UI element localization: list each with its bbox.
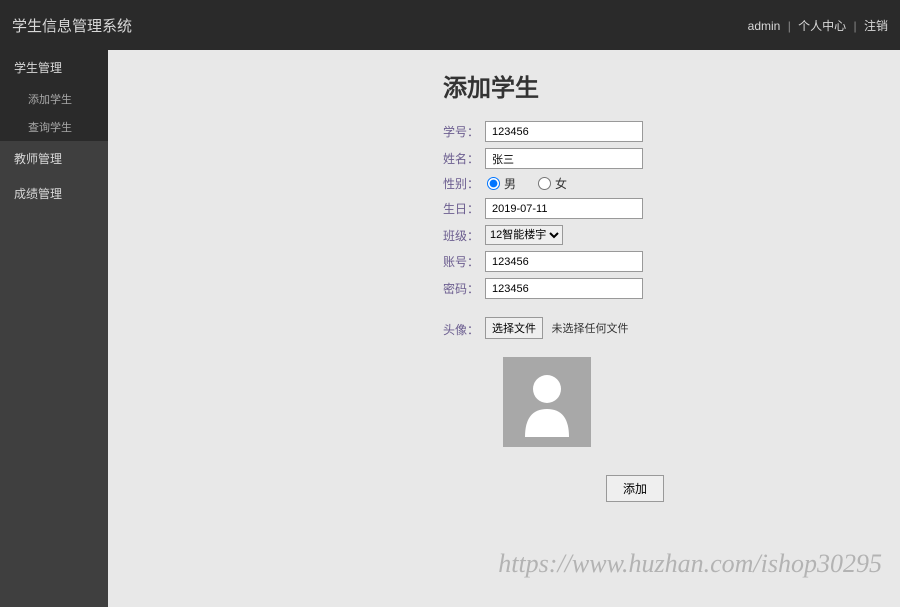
label-male: 男 [504, 175, 516, 192]
choose-file-button[interactable]: 选择文件 [485, 317, 543, 339]
sidebar: 学生管理 添加学生 查询学生 教师管理 成绩管理 [0, 50, 108, 607]
label-avatar: 头像： [443, 317, 485, 338]
header: 学生信息管理系统 admin | 个人中心 | 注销 [0, 0, 900, 50]
row-account: 账号： [443, 251, 900, 272]
separator: | [854, 19, 857, 33]
input-student-id[interactable] [485, 121, 643, 142]
radio-group-gender: 男 女 [485, 175, 583, 192]
file-status: 未选择任何文件 [551, 323, 628, 335]
label-birthday: 生日： [443, 200, 485, 217]
row-gender: 性别： 男 女 [443, 175, 900, 192]
input-birthday[interactable] [485, 198, 643, 219]
header-user-area: admin | 个人中心 | 注销 [748, 17, 888, 34]
row-student-id: 学号： [443, 121, 900, 142]
submit-button[interactable]: 添加 [606, 475, 664, 502]
container: 学生管理 添加学生 查询学生 教师管理 成绩管理 添加学生 学号： 姓名： 性别… [0, 50, 900, 607]
main-content: 添加学生 学号： 姓名： 性别： 男 女 生日： 班级： 12智能楼宇1 [108, 50, 900, 607]
row-avatar: 头像： 选择文件 未选择任何文件 [443, 317, 900, 339]
radio-female[interactable] [538, 177, 551, 190]
label-account: 账号： [443, 253, 485, 270]
label-name: 姓名： [443, 150, 485, 167]
label-gender: 性别： [443, 175, 485, 192]
input-account[interactable] [485, 251, 643, 272]
logout-link[interactable]: 注销 [864, 19, 888, 33]
row-name: 姓名： [443, 148, 900, 169]
page-title: 添加学生 [443, 68, 900, 103]
app-title: 学生信息管理系统 [12, 15, 132, 36]
avatar-preview [503, 357, 591, 447]
avatar-placeholder-icon [517, 367, 577, 437]
row-class: 班级： 12智能楼宇1班 [443, 225, 900, 245]
row-birthday: 生日： [443, 198, 900, 219]
label-student-id: 学号： [443, 123, 485, 140]
sidebar-item-teacher[interactable]: 教师管理 [0, 141, 108, 176]
file-control: 选择文件 未选择任何文件 [485, 317, 628, 339]
sidebar-item-student[interactable]: 学生管理 [0, 50, 108, 85]
label-password: 密码： [443, 280, 485, 297]
user-name[interactable]: admin [748, 19, 781, 33]
input-name[interactable] [485, 148, 643, 169]
radio-male[interactable] [487, 177, 500, 190]
input-password[interactable] [485, 278, 643, 299]
profile-link[interactable]: 个人中心 [798, 19, 846, 33]
sidebar-subitem-query-student[interactable]: 查询学生 [0, 113, 108, 141]
select-class[interactable]: 12智能楼宇1班 [485, 225, 563, 245]
row-password: 密码： [443, 278, 900, 299]
label-class: 班级： [443, 227, 485, 244]
sidebar-item-grade[interactable]: 成绩管理 [0, 176, 108, 211]
sidebar-subitem-add-student[interactable]: 添加学生 [0, 85, 108, 113]
submit-row: 添加 [606, 475, 900, 502]
watermark: https://www.huzhan.com/ishop30295 [498, 549, 882, 579]
label-female: 女 [555, 175, 567, 192]
separator: | [788, 19, 791, 33]
